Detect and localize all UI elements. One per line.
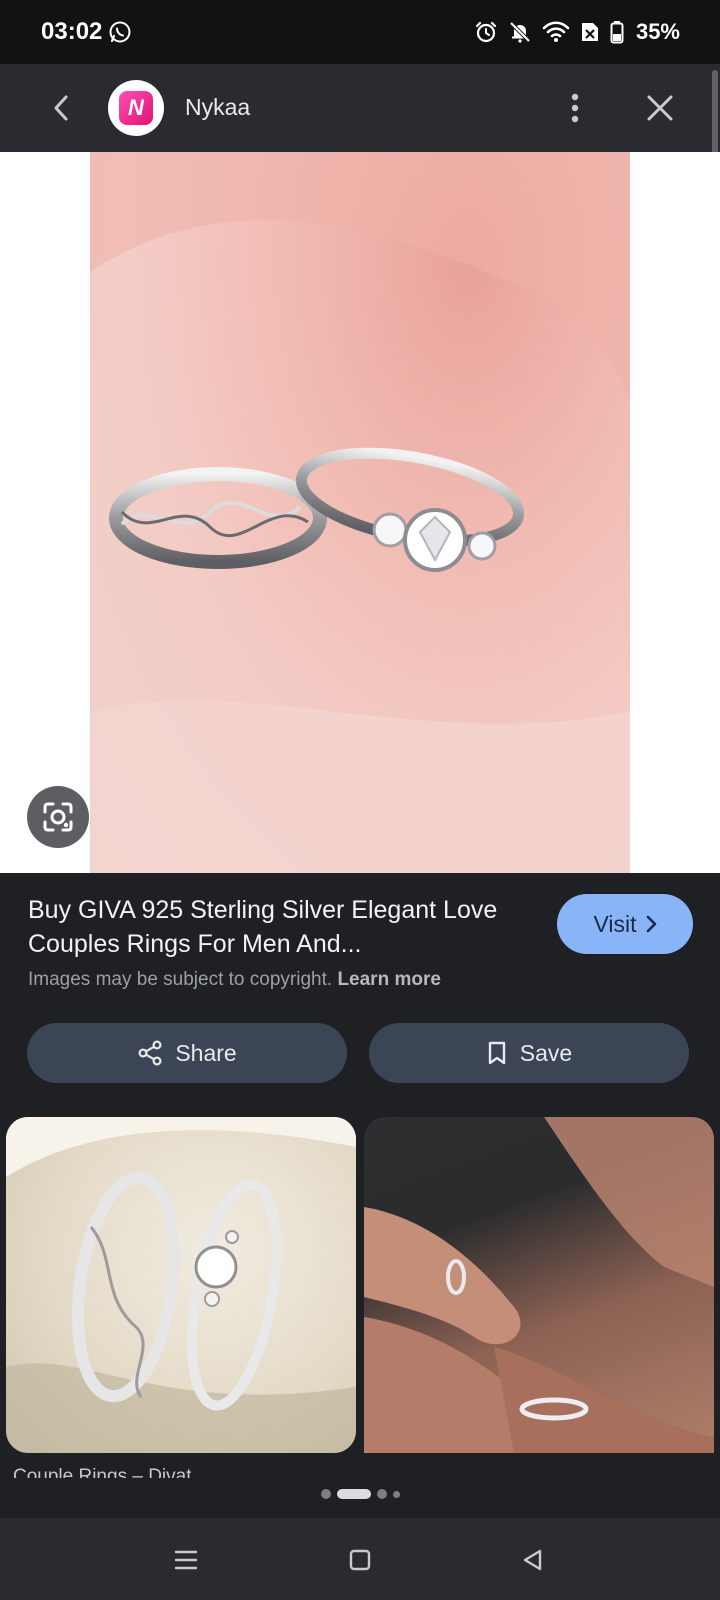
- main-image-container: [0, 152, 720, 873]
- wifi-icon: [542, 21, 570, 42]
- home-button[interactable]: [340, 1540, 380, 1580]
- menu-icon: [174, 1550, 198, 1570]
- chevron-right-icon: [646, 915, 656, 933]
- thumb-rings-illustration: [6, 1117, 356, 1453]
- product-title[interactable]: Buy GIVA 925 Sterling Silver Elegant Lov…: [28, 893, 508, 961]
- save-button[interactable]: Save: [369, 1023, 689, 1083]
- triangle-back-icon: [523, 1549, 542, 1571]
- visit-label: Visit: [593, 910, 637, 937]
- recents-button[interactable]: [166, 1540, 206, 1580]
- back-button[interactable]: [42, 88, 82, 128]
- rings-illustration: [90, 152, 630, 873]
- system-nav-bar: [0, 1518, 720, 1600]
- share-icon: [138, 1040, 162, 1066]
- chevron-left-icon: [54, 95, 68, 121]
- alarm-icon: [475, 21, 497, 43]
- more-options-button[interactable]: [560, 88, 590, 128]
- copyright-notice: Images may be subject to copyright. Lear…: [28, 969, 441, 991]
- site-title: Nykaa: [185, 94, 251, 120]
- related-caption-1[interactable]: Couple Rings – Divat: [13, 1462, 191, 1478]
- bookmark-icon: [488, 1041, 505, 1065]
- share-label: Share: [175, 1039, 237, 1066]
- battery-percent: 35%: [635, 19, 680, 44]
- app-bar: N Nykaa: [0, 64, 720, 152]
- google-lens-button[interactable]: [27, 786, 89, 848]
- visit-button[interactable]: Visit: [557, 894, 693, 954]
- battery-icon: [610, 21, 624, 44]
- status-icons: 35%: [474, 18, 680, 46]
- square-icon: [349, 1549, 371, 1571]
- page-indicator: [0, 1488, 720, 1500]
- related-image-1[interactable]: [6, 1117, 356, 1453]
- close-button[interactable]: [640, 88, 680, 128]
- bell-off-icon: [509, 21, 531, 43]
- more-vert-icon: [571, 93, 579, 123]
- share-button[interactable]: Share: [27, 1023, 347, 1083]
- related-image-2[interactable]: [364, 1117, 714, 1453]
- status-time: 03:02: [41, 18, 103, 45]
- page-dot: [376, 1489, 387, 1499]
- product-image[interactable]: [90, 152, 630, 873]
- no-sim-icon: [581, 23, 598, 41]
- save-label: Save: [519, 1039, 573, 1066]
- nav-back-button[interactable]: [512, 1540, 552, 1580]
- thumb-hands-illustration: [364, 1117, 714, 1453]
- close-icon: [647, 95, 673, 121]
- lens-icon: [43, 802, 73, 832]
- whatsapp-icon: [109, 21, 131, 43]
- page-dot: [320, 1489, 331, 1499]
- nykaa-logo: N: [108, 80, 164, 136]
- result-info-panel: Buy GIVA 925 Sterling Silver Elegant Lov…: [0, 873, 720, 1499]
- copyright-text: Images may be subject to copyright.: [28, 969, 333, 990]
- page-dot-active: [336, 1489, 371, 1499]
- status-bar: 03:02 35%: [0, 0, 720, 64]
- learn-more-link[interactable]: Learn more: [337, 969, 440, 990]
- logo-letter: N: [128, 95, 144, 120]
- page-dot: [392, 1490, 400, 1498]
